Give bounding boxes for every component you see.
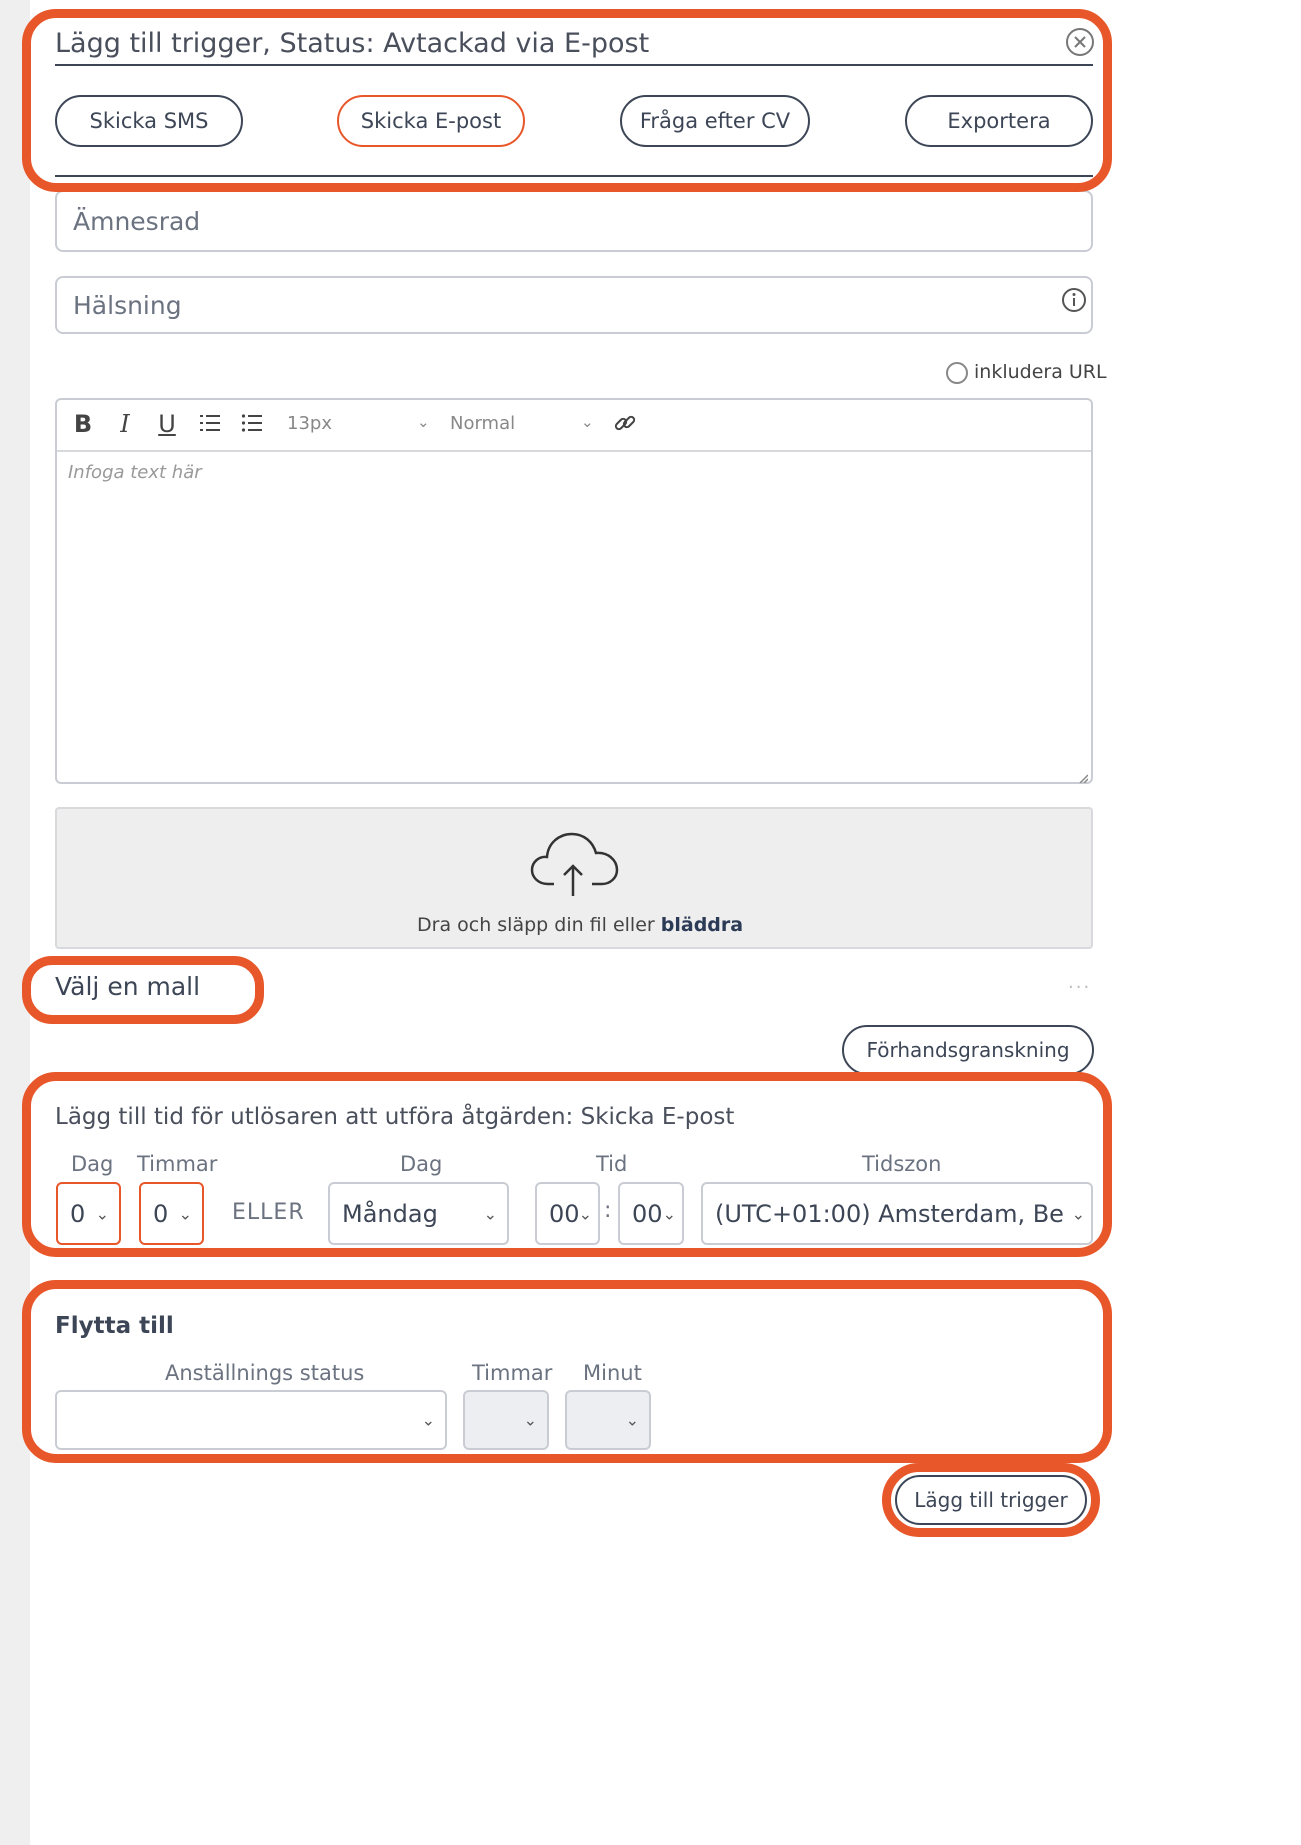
include-url-radio[interactable] [946, 362, 968, 384]
move-hours-label: Timmar [472, 1361, 553, 1385]
chevron-down-icon: ⌄ [95, 1204, 109, 1223]
request-cv-button[interactable]: Fråga efter CV [620, 95, 810, 147]
hours-label: Timmar [137, 1152, 218, 1176]
weekday-select[interactable]: Måndag ⌄ [328, 1182, 509, 1245]
chevron-down-icon: ⌄ [421, 1410, 435, 1430]
chevron-down-icon: ⌄ [523, 1410, 537, 1430]
chevron-down-icon: ⌄ [625, 1410, 639, 1430]
left-panel-edge [0, 0, 30, 1845]
subject-input[interactable]: Ämnesrad [55, 190, 1093, 252]
minute-select[interactable]: 00 ⌄ [618, 1182, 684, 1245]
or-label: ELLER [232, 1200, 305, 1225]
chevron-down-icon: ⌄ [483, 1204, 497, 1223]
timing-title: Lägg till tid för utlösaren att utföra å… [55, 1104, 735, 1130]
move-hours-select[interactable]: ⌄ [463, 1390, 549, 1450]
dialog-title: Lägg till trigger, Status: Avtackad via … [55, 28, 650, 59]
minute-select-value: 00 [632, 1199, 663, 1228]
day-select[interactable]: 0 ⌄ [56, 1182, 121, 1245]
hour-select-value: 00 [549, 1199, 580, 1228]
move-minute-label: Minut [583, 1361, 642, 1385]
email-body-editor [55, 398, 1093, 784]
info-icon[interactable] [1060, 286, 1088, 314]
choose-template-select[interactable]: Välj en mall [55, 972, 200, 1001]
underline-button[interactable]: U [154, 408, 180, 440]
chevron-down-icon: ⌄ [417, 413, 430, 431]
ordered-list-icon[interactable] [198, 411, 222, 435]
title-divider [55, 64, 1093, 66]
move-to-title: Flytta till [55, 1313, 174, 1339]
hour-select[interactable]: 00 ⌄ [535, 1182, 600, 1245]
weekday-select-value: Måndag [342, 1199, 438, 1228]
hours-select-value: 0 [153, 1199, 169, 1228]
employment-status-select[interactable]: ⌄ [55, 1390, 447, 1450]
chevron-down-icon: ⌄ [1071, 1204, 1085, 1223]
day-select-value: 0 [70, 1199, 86, 1228]
export-button[interactable]: Exportera [905, 95, 1093, 147]
move-minute-select[interactable]: ⌄ [565, 1390, 651, 1450]
cloud-upload-icon [526, 826, 622, 898]
send-sms-button[interactable]: Skicka SMS [55, 95, 243, 147]
employment-status-label: Anställnings status [165, 1361, 365, 1385]
actions-divider [55, 175, 1093, 177]
weekday-label: Dag [400, 1152, 443, 1176]
bold-button[interactable]: B [70, 408, 96, 440]
bullet-list-icon[interactable] [240, 411, 264, 435]
dropzone-text: Dra och släpp din fil eller bläddra [417, 914, 743, 936]
italic-button[interactable]: I [112, 408, 138, 440]
add-trigger-button[interactable]: Lägg till trigger [895, 1475, 1087, 1525]
hours-select[interactable]: 0 ⌄ [139, 1182, 204, 1245]
browse-link[interactable]: bläddra [661, 914, 743, 936]
include-url-label: inkludera URL [974, 361, 1107, 383]
font-size-select[interactable]: 13px [287, 413, 332, 434]
dropzone-instructions: Dra och släpp din fil eller [417, 914, 655, 936]
chevron-down-icon: ⌄ [662, 1204, 676, 1223]
editor-toolbar-divider [57, 450, 1091, 452]
chevron-down-icon: ⌄ [178, 1204, 192, 1223]
close-icon[interactable] [1064, 26, 1096, 58]
more-options-icon[interactable]: ... [1068, 972, 1091, 993]
timezone-select[interactable]: (UTC+01:00) Amsterdam, Berlin, I ⌄ [701, 1182, 1093, 1245]
greeting-input[interactable]: Hälsning [55, 276, 1093, 334]
resize-handle-icon[interactable] [1078, 768, 1089, 784]
format-select[interactable]: Normal [450, 413, 515, 434]
chevron-down-icon: ⌄ [578, 1204, 592, 1223]
day-label: Dag [71, 1152, 114, 1176]
timezone-select-value: (UTC+01:00) Amsterdam, Berlin, I [715, 1199, 1065, 1228]
link-icon[interactable] [612, 410, 638, 436]
send-email-button[interactable]: Skicka E-post [337, 95, 525, 147]
preview-button[interactable]: Förhandsgranskning [842, 1025, 1094, 1075]
editor-placeholder[interactable]: Infoga text här [68, 462, 202, 483]
chevron-down-icon: ⌄ [581, 413, 594, 431]
time-separator: : [604, 1198, 612, 1223]
time-label: Tid [596, 1152, 628, 1176]
timezone-label: Tidszon [862, 1152, 942, 1176]
